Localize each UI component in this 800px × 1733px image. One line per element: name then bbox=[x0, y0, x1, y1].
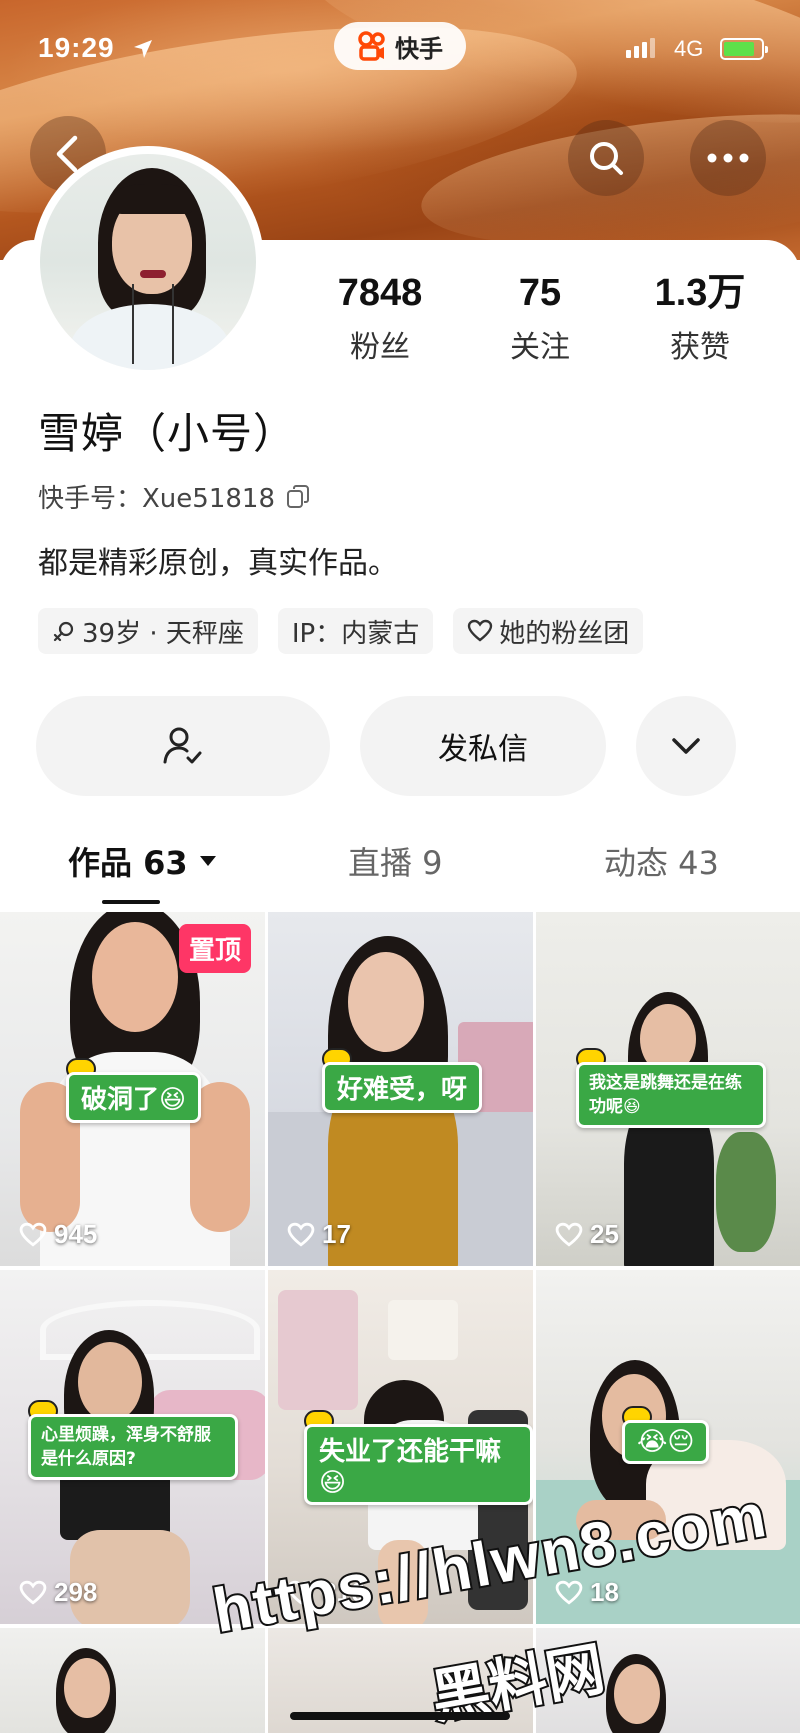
ip-tag: IP：内蒙古 bbox=[277, 608, 434, 654]
following-count: 75 bbox=[518, 272, 562, 314]
kuaishou-id-row: 快手号：Xue51818 bbox=[38, 478, 311, 515]
heart-outline-icon bbox=[287, 1222, 315, 1247]
stat-following[interactable]: 75 关注 bbox=[460, 270, 620, 366]
video-likes: 25 bbox=[554, 1219, 619, 1250]
tab-moments[interactable]: 动态 43 bbox=[604, 838, 719, 884]
send-message-button[interactable]: 发私信 bbox=[360, 696, 606, 796]
content-tabs: 作品 63 直播 9 动态 43 bbox=[0, 838, 800, 908]
likes-label: 获赞 bbox=[670, 330, 730, 365]
profile-name: 雪婷（小号） bbox=[38, 409, 297, 458]
followers-count: 7848 bbox=[337, 272, 423, 314]
fan-group-label: 她的粉丝团 bbox=[499, 618, 630, 649]
tab-works-label: 作品 63 bbox=[68, 844, 188, 882]
stat-likes[interactable]: 1.3万 获赞 bbox=[620, 270, 780, 366]
caret-down-icon bbox=[199, 856, 216, 866]
video-caption: 破洞了😆 bbox=[66, 1072, 202, 1123]
signal-icon bbox=[626, 38, 655, 58]
age-zodiac: 39岁 · 天秤座 bbox=[82, 618, 244, 649]
video-tile[interactable]: 置顶 破洞了😆 945 bbox=[0, 912, 265, 1266]
followers-label: 粉丝 bbox=[350, 330, 410, 365]
battery-icon bbox=[720, 38, 768, 60]
search-icon bbox=[590, 142, 623, 175]
kuaishou-logo-icon bbox=[358, 31, 385, 61]
heart-outline-icon bbox=[19, 1580, 47, 1605]
video-likes: 945 bbox=[18, 1219, 97, 1250]
heart-icon bbox=[468, 619, 493, 642]
profile-tags: 39岁 · 天秤座 IP：内蒙古 她的粉丝团 bbox=[38, 608, 644, 654]
video-caption: 失业了还能干嘛😆 bbox=[304, 1424, 533, 1505]
profile-actions: 发私信 bbox=[36, 696, 736, 796]
user-check-icon bbox=[163, 727, 202, 764]
app-logo-pill[interactable]: 快手 bbox=[334, 22, 466, 70]
tab-indicator bbox=[102, 900, 160, 904]
kuaishou-id: 快手号：Xue51818 bbox=[38, 484, 275, 514]
following-label: 关注 bbox=[510, 330, 570, 365]
female-icon bbox=[53, 621, 74, 642]
video-caption: 心里烦躁，浑身不舒服是什么原因? bbox=[28, 1414, 238, 1480]
video-caption: 我这是跳舞还是在练功呢😆 bbox=[576, 1062, 766, 1128]
likes-count: 25 bbox=[590, 1219, 619, 1249]
app-name: 快手 bbox=[395, 34, 443, 63]
heart-outline-icon bbox=[19, 1222, 47, 1247]
tab-live[interactable]: 直播 9 bbox=[348, 838, 443, 884]
chevron-down-icon bbox=[672, 738, 700, 754]
fan-group-tag[interactable]: 她的粉丝团 bbox=[453, 608, 644, 654]
video-caption: 😭😔 bbox=[622, 1420, 710, 1464]
likes-count: 17 bbox=[322, 1219, 351, 1249]
likes-count: 1.3万 bbox=[654, 272, 746, 314]
video-likes: 17 bbox=[286, 1219, 351, 1250]
follow-status-button[interactable] bbox=[36, 696, 330, 796]
stat-followers[interactable]: 7848 粉丝 bbox=[300, 270, 460, 366]
location-icon bbox=[134, 40, 152, 58]
more-actions-button[interactable] bbox=[636, 696, 736, 796]
video-caption: 好难受，呀 bbox=[322, 1062, 483, 1113]
status-time: 19:29 bbox=[38, 32, 115, 63]
tab-works[interactable]: 作品 63 bbox=[68, 838, 218, 884]
copy-icon[interactable] bbox=[285, 484, 311, 510]
video-tile[interactable]: 心里烦躁，浑身不舒服是什么原因? 298 bbox=[0, 1270, 265, 1624]
likes-count: 298 bbox=[54, 1577, 98, 1607]
video-tile[interactable]: 我这是跳舞还是在练功呢😆 25 bbox=[536, 912, 800, 1266]
likes-count: 18 bbox=[590, 1577, 619, 1607]
age-tag: 39岁 · 天秤座 bbox=[38, 608, 258, 654]
avatar[interactable] bbox=[32, 146, 264, 378]
video-likes: 298 bbox=[18, 1577, 97, 1608]
profile-stats: 7848 粉丝 75 关注 1.3万 获赞 bbox=[300, 270, 780, 366]
search-button[interactable] bbox=[568, 120, 644, 196]
pinned-badge: 置顶 bbox=[178, 924, 251, 973]
network-type: 4G bbox=[674, 36, 704, 61]
ip-location: IP：内蒙古 bbox=[291, 618, 420, 649]
video-tile[interactable]: 好难受，呀 17 bbox=[268, 912, 533, 1266]
home-indicator bbox=[290, 1712, 510, 1720]
heart-outline-icon bbox=[555, 1222, 583, 1247]
profile-bio: 都是精彩原创，真实作品。 bbox=[38, 546, 398, 581]
more-button[interactable] bbox=[690, 120, 766, 196]
more-dots-icon bbox=[707, 153, 749, 163]
likes-count: 945 bbox=[54, 1219, 98, 1249]
